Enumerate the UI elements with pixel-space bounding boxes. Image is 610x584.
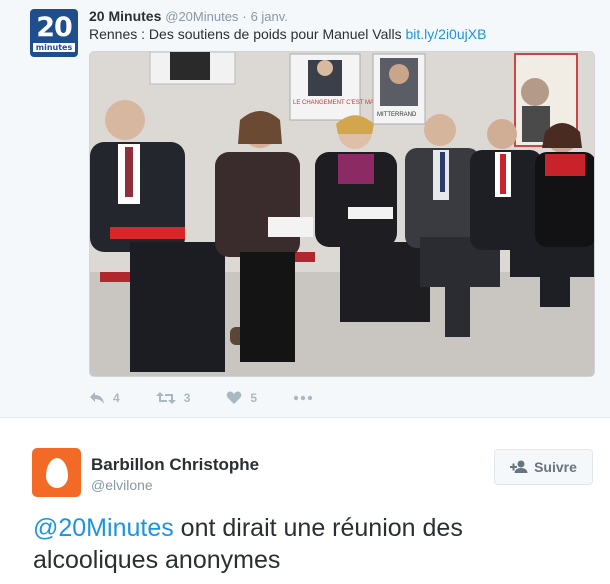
- reply-count: 4: [113, 391, 120, 405]
- meeting-photo: LE CHANGEMENT C'EST MAINTENANT MITTERRAN…: [90, 52, 594, 376]
- more-icon: [293, 395, 313, 401]
- retweet-button[interactable]: 3: [155, 391, 191, 405]
- more-button[interactable]: [293, 395, 313, 401]
- reply-text: @20Minutes ont dirait une réunion des al…: [33, 512, 593, 576]
- tweet-text: Rennes : Des soutiens de poids pour Manu…: [89, 26, 486, 42]
- tweet-actions: 4 3 5: [89, 388, 349, 408]
- poster-text-2: MITTERRAND: [377, 112, 417, 118]
- logo-number: 20: [36, 12, 73, 43]
- tweet-header: 20 Minutes @20Minutes · 6 janv.: [89, 8, 288, 24]
- reply-icon: [90, 392, 104, 404]
- retweet-icon: [155, 392, 176, 404]
- avatar[interactable]: [32, 448, 81, 497]
- author-handle[interactable]: @20Minutes: [165, 9, 238, 24]
- retweet-count: 3: [183, 391, 191, 405]
- logo-word: minutes: [32, 43, 76, 52]
- tweet-time[interactable]: 6 janv.: [251, 9, 288, 24]
- like-count: 5: [250, 391, 258, 405]
- header-separator: ·: [242, 9, 247, 24]
- reply-author-handle[interactable]: @elvilone: [91, 477, 153, 493]
- like-button[interactable]: 5: [226, 391, 257, 405]
- reply-mention[interactable]: @20Minutes: [33, 514, 174, 542]
- tweet-link[interactable]: bit.ly/2i0ujXB: [405, 26, 486, 42]
- add-user-icon: [510, 460, 528, 473]
- follow-button[interactable]: Suivre: [494, 449, 593, 485]
- reply-author-name[interactable]: Barbillon Christophe: [91, 455, 259, 475]
- reply-button[interactable]: 4: [89, 391, 120, 405]
- quoted-tweet[interactable]: 20 minutes 20 Minutes @20Minutes · 6 jan…: [0, 0, 610, 418]
- egg-icon: [45, 457, 68, 488]
- follow-label: Suivre: [534, 459, 577, 475]
- 20minutes-logo-avatar[interactable]: 20 minutes: [30, 9, 78, 57]
- tweet-photo[interactable]: LE CHANGEMENT C'EST MAINTENANT MITTERRAN…: [89, 51, 595, 377]
- author-name[interactable]: 20 Minutes: [89, 8, 161, 24]
- tweet-body: Rennes : Des soutiens de poids pour Manu…: [89, 26, 402, 42]
- heart-icon: [227, 391, 242, 404]
